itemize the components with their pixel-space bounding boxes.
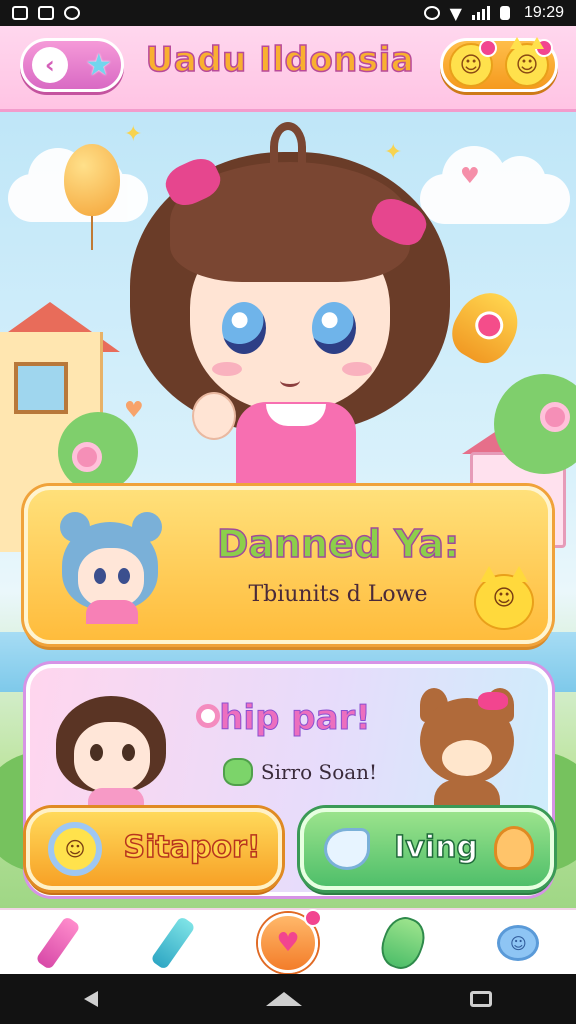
home-icon[interactable] xyxy=(266,992,302,1006)
blue-hair-girl-avatar xyxy=(56,512,166,624)
sunflower-icon: ☺ xyxy=(48,822,102,876)
sync-icon xyxy=(64,6,80,20)
smiley-face-icon: ☺ xyxy=(449,39,497,87)
start-button[interactable]: ☺ Sitapor! xyxy=(26,808,282,890)
chevron-left-icon: ‹ xyxy=(31,47,68,83)
secondary-button-label: Iving xyxy=(393,829,478,866)
bear-mascot xyxy=(412,688,522,808)
alarm-icon xyxy=(423,6,440,20)
teal-crayon-icon xyxy=(149,915,196,971)
bottom-nav: ♥ ☺ xyxy=(0,908,576,976)
flower-icon xyxy=(72,442,102,472)
back-button[interactable]: ‹ ★ xyxy=(20,38,124,92)
signal-icon xyxy=(471,6,490,20)
brown-hair-girl-avatar xyxy=(52,688,170,808)
page-title: Uadu Ildonsia xyxy=(145,39,415,81)
cat-face-button[interactable]: ☺ xyxy=(474,566,534,630)
gallery-icon xyxy=(38,6,54,20)
candy-icon: ☺ xyxy=(497,925,540,961)
battery-icon xyxy=(499,6,510,20)
start-button-label: Sitapor! xyxy=(123,829,262,866)
pink-crayon-icon xyxy=(34,915,81,971)
featured-card-subtitle: Tbiunits d Lowe xyxy=(248,582,428,607)
nav-item-shop[interactable]: ☺ xyxy=(488,913,548,973)
notification-dot xyxy=(303,909,322,927)
star-icon: ★ xyxy=(85,47,113,83)
notification-dot xyxy=(535,39,553,57)
featured-card-title: Danned Ya: xyxy=(216,521,460,567)
featured-card[interactable]: Danned Ya: Tbiunits d Lowe ☺ xyxy=(24,486,552,644)
secondary-button[interactable]: Iving xyxy=(300,808,554,890)
recent-apps-icon[interactable] xyxy=(470,991,492,1007)
chip-card-subtitle-row: Sirro Soan! xyxy=(190,758,410,786)
cat-face-icon: ☺ xyxy=(505,37,553,87)
notification-dot xyxy=(479,39,497,57)
chip-card-title: hip par! xyxy=(219,698,372,739)
hero-character xyxy=(110,112,470,492)
nav-item-home[interactable]: ♥ xyxy=(257,909,322,973)
status-bar: ▼ 19:29 xyxy=(0,0,576,26)
nav-item-paint[interactable] xyxy=(143,913,203,973)
clock: 19:29 xyxy=(523,4,564,21)
top-header: ‹ ★ Uadu Ildonsia ☺ ☺ xyxy=(0,26,576,112)
back-icon[interactable] xyxy=(84,991,98,1007)
cat-face-icon: ☺ xyxy=(492,586,516,611)
frog-icon xyxy=(375,911,431,975)
flower-icon xyxy=(540,402,570,432)
frog-icon xyxy=(222,758,253,786)
heart-icon: ♥ xyxy=(257,909,322,973)
leaf-icon xyxy=(324,828,370,870)
house-window xyxy=(14,362,68,414)
chip-card-subtitle: Sirro Soan! xyxy=(260,760,378,784)
notification-icon xyxy=(12,6,28,20)
waving-hand xyxy=(192,392,236,440)
wifi-icon: ▼ xyxy=(449,3,462,23)
profile-badges-button[interactable]: ☺ ☺ xyxy=(440,37,558,92)
system-nav-bar xyxy=(0,974,576,1024)
nav-item-friends[interactable] xyxy=(373,911,433,975)
bell-icon xyxy=(494,826,534,870)
balloon-string xyxy=(91,216,93,250)
nav-item-draw[interactable] xyxy=(28,913,88,973)
